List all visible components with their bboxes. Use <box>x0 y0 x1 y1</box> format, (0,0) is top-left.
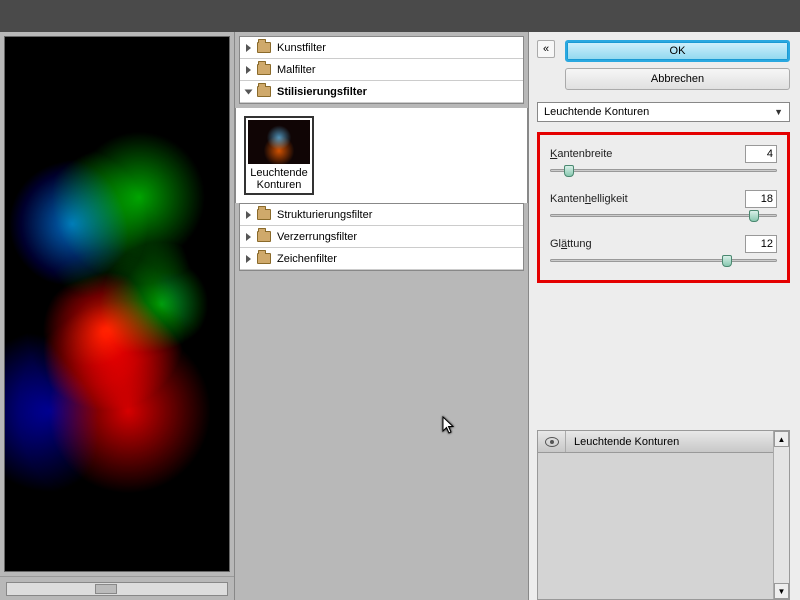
chevron-down-icon: ▼ <box>774 107 783 117</box>
dialog-button-row: « OK Abbrechen <box>537 40 790 90</box>
scroll-down-button[interactable]: ▼ <box>774 583 789 599</box>
thumb-image <box>248 120 310 164</box>
disclosure-triangle-icon <box>246 44 251 52</box>
tree-label: Malfilter <box>277 64 316 76</box>
visibility-toggle[interactable] <box>538 431 566 452</box>
filter-preset-dropdown[interactable]: Leuchtende Konturen ▼ <box>537 102 790 122</box>
slider-value-input[interactable] <box>745 235 777 253</box>
slider-track[interactable] <box>550 214 777 217</box>
filter-tree-panel: Kunstfilter Malfilter Stilisierungsfilte… <box>235 32 529 600</box>
tree-row-malfilter[interactable]: Malfilter <box>240 59 523 81</box>
disclosure-triangle-icon <box>246 211 251 219</box>
slider-label: Kantenbreite <box>550 148 612 160</box>
controls-panel: « OK Abbrechen Leuchtende Konturen ▼ Kan… <box>529 32 800 600</box>
preview-image[interactable] <box>5 37 229 571</box>
disclosure-triangle-icon <box>245 89 253 94</box>
dropdown-selected-label: Leuchtende Konturen <box>544 106 649 118</box>
tree-row-kunstfilter[interactable]: Kunstfilter <box>240 37 523 59</box>
preview-panel <box>0 32 235 600</box>
cancel-button-label: Abbrechen <box>651 73 704 85</box>
slider-track[interactable] <box>550 169 777 172</box>
tree-label: Kunstfilter <box>277 42 326 54</box>
thumb-label: LeuchtendeKonturen <box>248 164 310 191</box>
filter-layer-row[interactable]: Leuchtende Konturen <box>538 431 773 453</box>
disclosure-triangle-icon <box>246 255 251 263</box>
filter-category-list: Kunstfilter Malfilter Stilisierungsfilte… <box>239 36 524 104</box>
eye-icon <box>545 437 559 447</box>
tree-row-strukturierungsfilter[interactable]: Strukturierungsfilter <box>240 204 523 226</box>
cancel-button[interactable]: Abbrechen <box>565 68 790 90</box>
filter-thumbnails: LeuchtendeKonturen <box>235 108 528 203</box>
collapse-panel-button[interactable]: « <box>537 40 555 58</box>
tree-row-zeichenfilter[interactable]: Zeichenfilter <box>240 248 523 270</box>
slider-group-highlight: Kantenbreite Kantenhelligkeit Glät <box>537 132 790 283</box>
folder-icon <box>257 42 271 53</box>
tree-row-verzerrungsfilter[interactable]: Verzerrungsfilter <box>240 226 523 248</box>
slider-kantenbreite: Kantenbreite <box>550 145 777 172</box>
tree-row-stilisierungsfilter[interactable]: Stilisierungsfilter <box>240 81 523 103</box>
slider-thumb[interactable] <box>564 165 574 177</box>
slider-label: Kantenhelligkeit <box>550 193 628 205</box>
slider-thumb[interactable] <box>722 255 732 267</box>
slider-label: Glättung <box>550 238 592 250</box>
tree-label: Stilisierungsfilter <box>277 86 367 98</box>
folder-icon <box>257 64 271 75</box>
slider-value-input[interactable] <box>745 190 777 208</box>
preview-image-frame <box>4 36 230 572</box>
tree-label: Strukturierungsfilter <box>277 209 372 221</box>
filter-layers-empty <box>538 453 773 599</box>
vertical-scrollbar[interactable]: ▲ ▼ <box>773 431 789 599</box>
disclosure-triangle-icon <box>246 233 251 241</box>
tree-empty-area <box>235 275 528 600</box>
preview-zoom-bar <box>0 576 234 600</box>
scroll-up-button[interactable]: ▲ <box>774 431 789 447</box>
horizontal-scrollbar[interactable] <box>6 582 228 596</box>
slider-glaettung: Glättung <box>550 235 777 262</box>
filter-gallery-dialog: Kunstfilter Malfilter Stilisierungsfilte… <box>0 32 800 600</box>
tree-label: Zeichenfilter <box>277 253 337 265</box>
slider-track[interactable] <box>550 259 777 262</box>
slider-thumb[interactable] <box>749 210 759 222</box>
ok-button[interactable]: OK <box>565 40 790 62</box>
applied-filters-list: Leuchtende Konturen ▲ ▼ <box>537 430 790 600</box>
filter-category-list-lower: Strukturierungsfilter Verzerrungsfilter … <box>239 203 524 271</box>
slider-kantenhelligkeit: Kantenhelligkeit <box>550 190 777 217</box>
folder-icon <box>257 253 271 264</box>
thumb-leuchtende-konturen[interactable]: LeuchtendeKonturen <box>244 116 314 195</box>
disclosure-triangle-icon <box>246 66 251 74</box>
chevron-up-icon: « <box>543 43 549 55</box>
folder-icon <box>257 209 271 220</box>
tree-label: Verzerrungsfilter <box>277 231 357 243</box>
filter-layer-label: Leuchtende Konturen <box>566 436 679 448</box>
folder-icon <box>257 231 271 242</box>
ok-button-label: OK <box>670 45 686 57</box>
slider-value-input[interactable] <box>745 145 777 163</box>
folder-icon <box>257 86 271 97</box>
